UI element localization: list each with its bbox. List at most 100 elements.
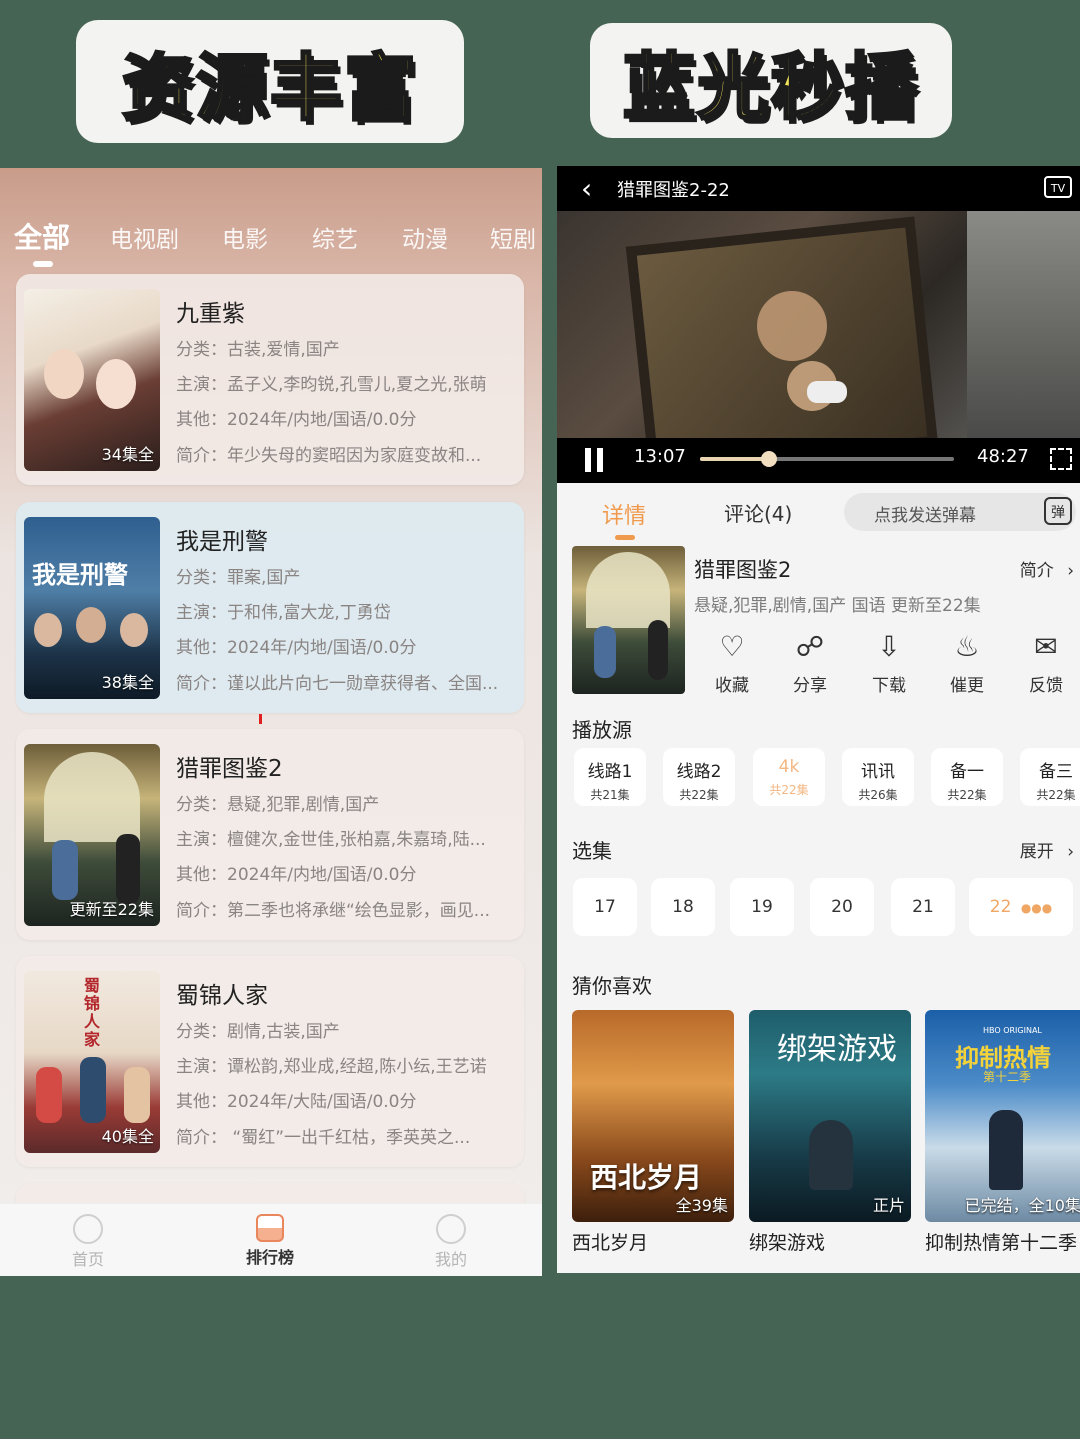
nav-ranking[interactable]: 排行榜 [210,1210,330,1268]
user-icon [436,1214,466,1244]
download-icon: ⇩ [877,630,901,663]
show-category: 分类：剧情,古装,国产 [176,1022,340,1042]
video-player[interactable]: ‹ 猎罪图鉴2-22 TV 13:07 48:27 [557,166,1080,483]
tab-indicator [33,261,53,267]
tab-short[interactable]: 短剧 [490,220,536,254]
left-screen: 全部 电视剧 电影 综艺 动漫 短剧 34集全 九重紫 分类：古装,爱情,国产 … [0,168,542,1276]
info-meta: 悬疑,犯罪,剧情,国产 国语 更新至22集 [694,596,981,616]
playing-icon: ●●● [1020,901,1053,915]
tab-details[interactable]: 详情 [602,498,646,530]
episode-button-current[interactable]: 22 ●●● [969,878,1073,936]
banner-right-text: 蓝光秒播 [621,44,919,131]
source-item-selected[interactable]: 4k 共22集 [753,748,825,806]
recommend-poster-brand: HBO ORIGINAL [983,1026,1042,1035]
fullscreen-icon[interactable] [1050,448,1072,470]
source-item[interactable]: 线路2 共22集 [663,748,735,806]
recommend-item[interactable]: 西北岁月 全39集 西北岁月 [572,1010,734,1255]
show-cast: 主演：谭松韵,郑业成,经超,陈小纭,王艺诺 [176,1057,487,1077]
show-other: 其他：2024年/内地/国语/0.0分 [176,410,417,430]
nav-home-label: 首页 [71,1250,104,1269]
poster-title-text: 我是刑警 [32,561,128,589]
tab-anime[interactable]: 动漫 [402,220,448,254]
tab-comments[interactable]: 评论(4) [724,498,792,527]
pause-icon[interactable] [585,448,605,472]
episode-button[interactable]: 17 [573,878,637,936]
episodes-title: 选集 [572,839,612,863]
show-intro: 简介：谨以此片向七一勋章获得者、全国... [176,674,499,694]
bottom-nav: 首页 排行榜 我的 [0,1203,542,1276]
show-category: 分类：古装,爱情,国产 [176,340,340,360]
danmaku-placeholder: 点我发送弹幕 [874,506,976,526]
action-download[interactable]: ⇩ 下载 [859,629,919,696]
episode-button[interactable]: 18 [651,878,715,936]
progress-bar[interactable] [700,451,954,467]
video-frame[interactable] [557,211,1080,438]
bell-icon: ♨ [954,630,980,663]
current-time: 13:07 [634,446,686,467]
action-label: 收藏 [715,676,749,696]
danmaku-input[interactable]: 点我发送弹幕 弹 [844,493,1076,531]
show-cast: 主演：檀健次,金世佳,张柏嘉,朱嘉琦,陆... [176,830,486,850]
nav-ranking-label: 排行榜 [245,1248,294,1267]
poster-title-text: 蜀锦人家 [84,976,101,1049]
episode-button[interactable]: 19 [730,878,794,936]
recommend-name: 西北岁月 [572,1232,649,1254]
player-controls: 13:07 48:27 [557,438,1080,483]
intro-link[interactable]: 简介 › [1020,556,1074,581]
show-title: 九重紫 [176,301,245,327]
recommend-title: 猜你喜欢 [572,974,652,998]
tv-cast-icon[interactable]: TV [1044,176,1072,198]
recommend-badge: 正片 [872,1196,905,1215]
recommend-name: 绑架游戏 [749,1232,826,1254]
source-count: 共22集 [769,783,809,797]
action-feedback[interactable]: ✉ 反馈 [1016,629,1076,696]
back-icon[interactable]: ‹ [581,172,592,205]
episode-button[interactable]: 20 [810,878,874,936]
episode-button[interactable]: 21 [891,878,955,936]
source-count: 共26集 [858,788,898,802]
recommend-poster-title: 西北岁月 [590,1161,703,1194]
chevron-right-icon: › [1067,842,1074,862]
source-name: 备一 [950,762,984,782]
recommend-name: 抑制热情第十二季 [925,1232,1078,1254]
source-item[interactable]: 讯讯 共26集 [842,748,914,806]
action-favorite[interactable]: ♡ 收藏 [702,629,762,696]
action-urge[interactable]: ♨ 催更 [937,629,997,696]
show-other: 其他：2024年/内地/国语/0.0分 [176,638,417,658]
source-count: 共22集 [1036,788,1076,802]
source-item[interactable]: 备一 共22集 [931,748,1003,806]
banner-left-text: 资源丰富 [120,45,418,132]
recommend-item[interactable]: HBO ORIGINAL 抑制热情 第十二季 已完结，全10集 抑制热情第十二季 [925,1010,1080,1255]
progress-fill [700,457,769,461]
action-label: 分享 [793,676,827,696]
episodes-expand[interactable]: 展开 › [1020,837,1074,862]
show-category: 分类：悬疑,犯罪,剧情,国产 [176,795,380,815]
show-card[interactable]: 更新至22集 猎罪图鉴2 分类：悬疑,犯罪,剧情,国产 主演：檀健次,金世佳,张… [16,729,524,940]
source-name: 线路1 [587,762,633,782]
progress-knob[interactable] [760,451,777,467]
tab-movie[interactable]: 电影 [222,220,268,254]
recommend-poster: 绑架游戏 正片 [749,1010,911,1222]
episode-badge: 更新至22集 [69,900,154,919]
action-share[interactable]: ☍ 分享 [780,629,840,696]
show-intro: 简介： “蜀红”一出千红枯，季英英之... [176,1128,471,1148]
danmaku-icon[interactable]: 弹 [1044,497,1072,525]
recommend-badge: 已完结，全10集 [964,1196,1080,1215]
show-card[interactable]: 34集全 九重紫 分类：古装,爱情,国产 主演：孟子义,李昀锐,孔雪儿,夏之光,… [16,274,524,485]
tab-variety[interactable]: 综艺 [312,220,358,254]
nav-home[interactable]: 首页 [28,1210,148,1270]
source-item[interactable]: 备三 共22集 [1020,748,1080,806]
source-count: 共22集 [679,788,719,802]
banner-right: 蓝光秒播 [590,23,952,138]
tab-tv[interactable]: 电视剧 [110,220,179,254]
recommend-item[interactable]: 绑架游戏 正片 绑架游戏 [749,1010,911,1255]
nav-mine[interactable]: 我的 [391,1210,511,1270]
episode-badge: 38集全 [101,673,154,692]
info-poster [572,546,685,694]
source-item[interactable]: 线路1 共21集 [574,748,646,806]
tab-all[interactable]: 全部 [14,216,70,256]
show-card[interactable]: 我是刑警 38集全 我是刑警 分类：罪案,国产 主演：于和伟,富大龙,丁勇岱 其… [16,502,524,713]
show-category: 分类：罪案,国产 [176,568,301,588]
show-card[interactable]: 蜀锦人家 40集全 蜀锦人家 分类：剧情,古装,国产 主演：谭松韵,郑业成,经超… [16,956,524,1167]
feedback-icon: ✉ [1034,630,1058,663]
